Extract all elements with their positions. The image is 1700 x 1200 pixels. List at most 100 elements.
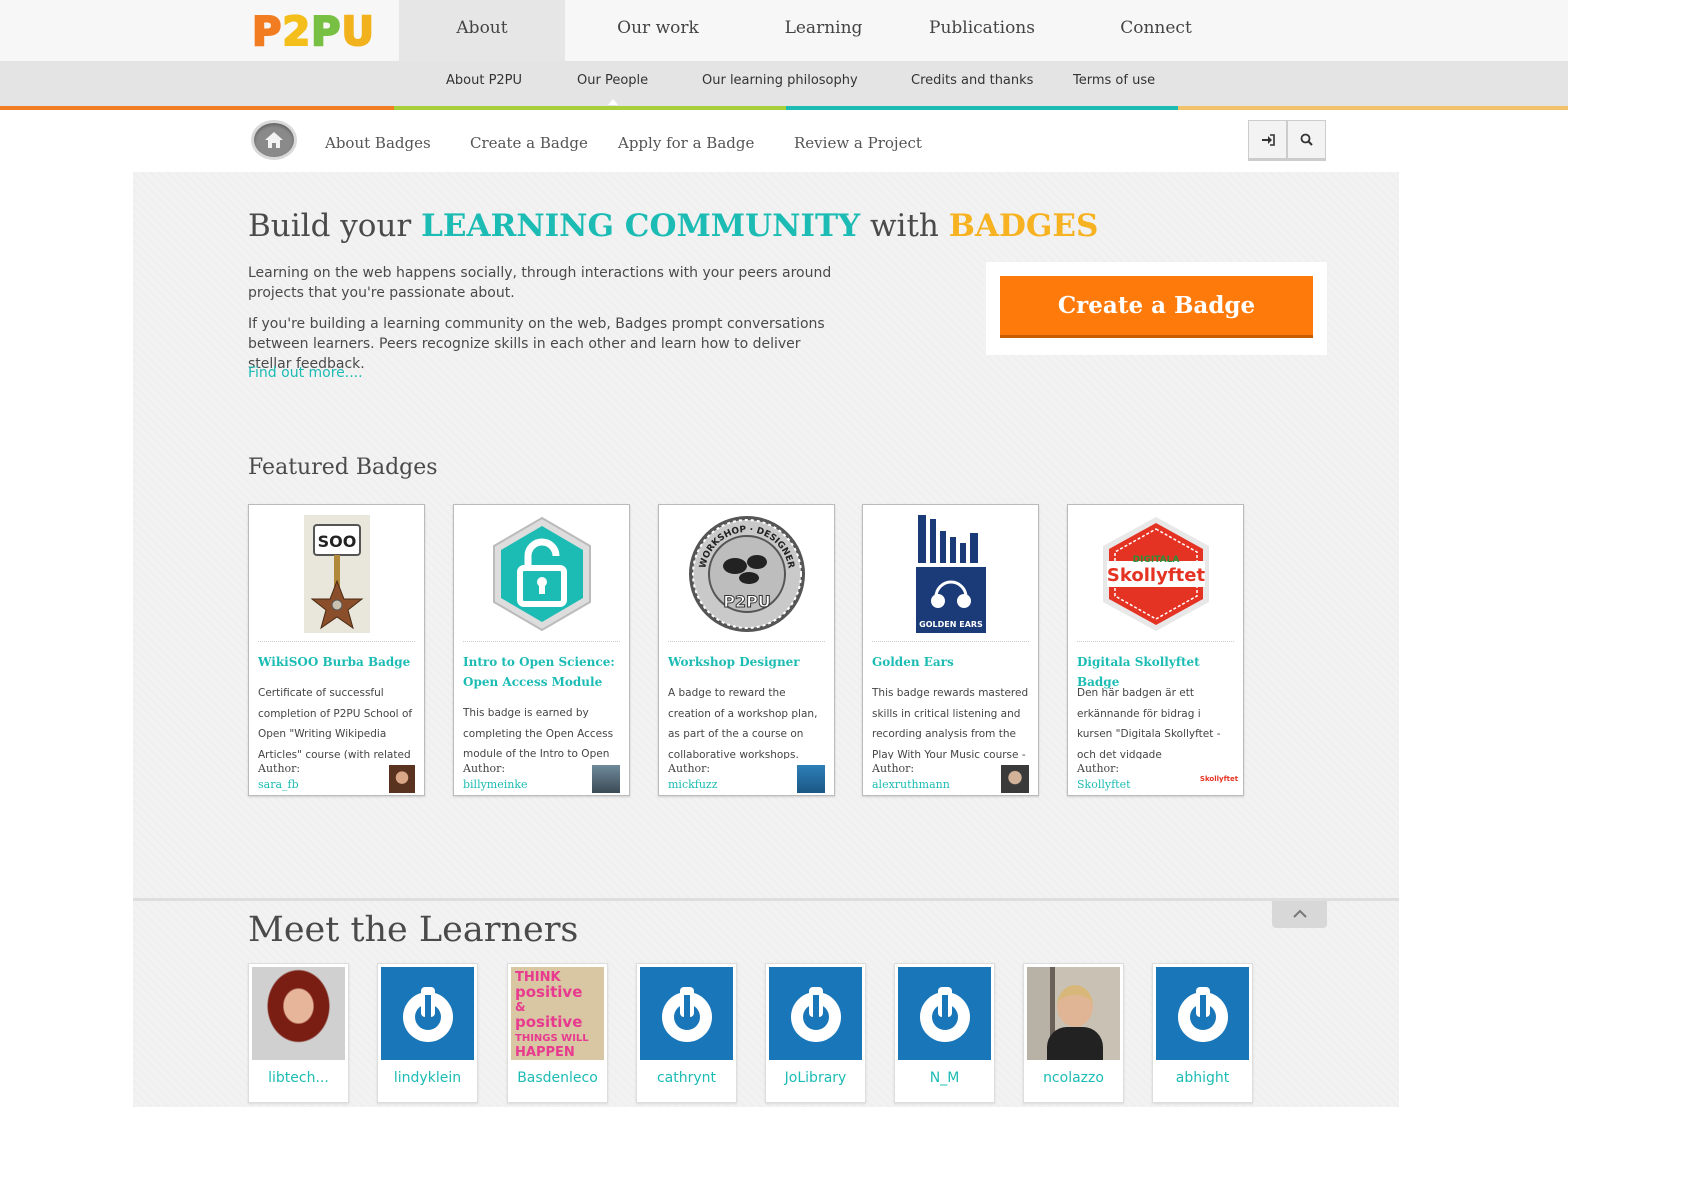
badge-description: This badge rewards mastered skills in cr… bbox=[872, 687, 1029, 759]
scroll-up-button[interactable] bbox=[1272, 901, 1327, 928]
topnav-learning[interactable]: Learning bbox=[763, 0, 884, 61]
svg-text:DIGITALA: DIGITALA bbox=[1132, 555, 1179, 565]
learner-avatar[interactable] bbox=[381, 967, 474, 1060]
learner-card[interactable]: ncolazzo bbox=[1023, 963, 1124, 1103]
learner-card[interactable]: cathrynt bbox=[636, 963, 737, 1103]
learner-avatar[interactable] bbox=[769, 967, 862, 1060]
gravatar-logo-icon bbox=[1177, 986, 1228, 1042]
sign-in-icon bbox=[1261, 133, 1275, 146]
hero-headline: Build your LEARNING COMMUNITY with BADGE… bbox=[248, 208, 1099, 244]
learner-card[interactable]: JoLibrary bbox=[765, 963, 866, 1103]
author-label: Author: bbox=[463, 762, 506, 775]
author-label: Author: bbox=[668, 762, 711, 775]
open-lock-badge-icon bbox=[454, 513, 629, 635]
svg-text:HAPPEN: HAPPEN bbox=[515, 1045, 575, 1060]
author-name[interactable]: mickfuzz bbox=[668, 778, 718, 791]
topnav-publications[interactable]: Publications bbox=[916, 0, 1048, 61]
badge-card[interactable]: WORKSHOP · DESIGNER P2PU Workshop Design… bbox=[658, 504, 835, 796]
workshop-designer-badge-icon: WORKSHOP · DESIGNER P2PU bbox=[659, 513, 834, 635]
active-caret-indicator bbox=[608, 99, 618, 105]
learner-name[interactable]: JoLibrary bbox=[766, 1070, 865, 1086]
author-avatar[interactable] bbox=[1001, 765, 1029, 793]
learner-card[interactable]: N_M bbox=[894, 963, 995, 1103]
badge-card[interactable]: GOLDEN EARS Golden Ears This badge rewar… bbox=[862, 504, 1039, 796]
svg-text:Skollyftet: Skollyftet bbox=[1106, 565, 1205, 586]
subnav-learning-philosophy[interactable]: Our learning philosophy bbox=[702, 73, 858, 88]
sign-in-button[interactable] bbox=[1248, 120, 1287, 159]
badge-card[interactable]: SOO WikiSOO Burba Badge Certificate of s… bbox=[248, 504, 425, 796]
learner-name[interactable]: Basdenleco bbox=[508, 1070, 607, 1086]
learner-avatar[interactable] bbox=[640, 967, 733, 1060]
badge-title[interactable]: Intro to Open Science: Open Access Modul… bbox=[463, 652, 623, 692]
learner-name[interactable]: abhight bbox=[1153, 1070, 1252, 1086]
author-avatar[interactable]: Skollyftet bbox=[1200, 765, 1238, 793]
badge-title[interactable]: WikiSOO Burba Badge bbox=[258, 652, 418, 672]
topnav-connect[interactable]: Connect bbox=[1098, 0, 1214, 61]
learner-avatar[interactable] bbox=[898, 967, 991, 1060]
author-name[interactable]: alexruthmann bbox=[872, 778, 950, 791]
badges-navigation: About Badges Create a Badge Apply for a … bbox=[0, 110, 1568, 172]
subnav-terms[interactable]: Terms of use bbox=[1073, 73, 1155, 88]
badge-title[interactable]: Workshop Designer bbox=[668, 652, 828, 672]
cta-box: Create a Badge bbox=[986, 262, 1327, 355]
learner-name[interactable]: N_M bbox=[895, 1070, 994, 1086]
sub-navigation-bar: About P2PU Our People Our learning philo… bbox=[0, 61, 1568, 106]
badge-description: Certificate of successful completion of … bbox=[258, 687, 413, 759]
featured-badges-title: Featured Badges bbox=[248, 455, 438, 480]
section-divider bbox=[133, 898, 1399, 901]
top-navigation-bar: P2PU About Our work Learning Publication… bbox=[0, 0, 1568, 61]
author-avatar[interactable] bbox=[797, 765, 825, 793]
create-badge-button[interactable]: Create a Badge bbox=[1000, 276, 1313, 338]
learner-avatar[interactable] bbox=[1156, 967, 1249, 1060]
golden-ears-badge-icon: GOLDEN EARS bbox=[863, 513, 1038, 635]
topnav-our-work[interactable]: Our work bbox=[595, 0, 721, 61]
badge-description: A badge to reward the creation of a work… bbox=[668, 687, 818, 759]
author-name[interactable]: billymeinke bbox=[463, 778, 528, 791]
wikisoo-star-badge-icon: SOO bbox=[249, 513, 424, 635]
about-badges-link[interactable]: About Badges bbox=[325, 134, 431, 152]
learner-card[interactable]: libtech... bbox=[248, 963, 349, 1103]
learner-avatar[interactable]: THINK positive & positive THINGS WILL HA… bbox=[511, 967, 604, 1060]
search-icon bbox=[1300, 133, 1313, 146]
home-icon bbox=[265, 132, 283, 148]
chevron-up-icon bbox=[1292, 909, 1307, 918]
topnav-about[interactable]: About bbox=[399, 0, 565, 61]
gravatar-logo-icon bbox=[402, 986, 453, 1042]
learner-name[interactable]: libtech... bbox=[249, 1070, 348, 1086]
learner-name[interactable]: ncolazzo bbox=[1024, 1070, 1123, 1086]
learner-card[interactable]: abhight bbox=[1152, 963, 1253, 1103]
search-button[interactable] bbox=[1287, 120, 1326, 159]
author-label: Author: bbox=[872, 762, 915, 775]
badge-description: Den här badgen är ett erkännande för bid… bbox=[1077, 687, 1221, 759]
apply-badge-link[interactable]: Apply for a Badge bbox=[618, 134, 754, 152]
home-button[interactable] bbox=[251, 120, 297, 160]
author-name[interactable]: Skollyftet bbox=[1077, 778, 1131, 791]
gravatar-logo-icon bbox=[790, 986, 841, 1042]
author-name[interactable]: sara_fb bbox=[258, 778, 299, 791]
subnav-about-p2pu[interactable]: About P2PU bbox=[446, 73, 522, 88]
gravatar-logo-icon bbox=[661, 986, 712, 1042]
learner-name[interactable]: lindyklein bbox=[378, 1070, 477, 1086]
learner-card[interactable]: THINK positive & positive THINGS WILL HA… bbox=[507, 963, 608, 1103]
subnav-credits[interactable]: Credits and thanks bbox=[911, 73, 1033, 88]
learner-avatar[interactable] bbox=[1027, 967, 1120, 1060]
svg-text:positive: positive bbox=[515, 983, 582, 1001]
badge-card[interactable]: DIGITALA Skollyftet Digitala Skollyftet … bbox=[1067, 504, 1244, 796]
p2pu-logo[interactable]: P2PU bbox=[251, 9, 375, 55]
svg-text:positive: positive bbox=[515, 1013, 582, 1031]
gravatar-logo-icon bbox=[919, 986, 970, 1042]
author-label: Author: bbox=[1077, 762, 1120, 775]
badge-card[interactable]: Intro to Open Science: Open Access Modul… bbox=[453, 504, 630, 796]
author-avatar[interactable] bbox=[592, 765, 620, 793]
author-avatar[interactable] bbox=[389, 765, 415, 793]
svg-text:SOO: SOO bbox=[317, 532, 356, 551]
create-badge-link[interactable]: Create a Badge bbox=[470, 134, 588, 152]
review-project-link[interactable]: Review a Project bbox=[794, 134, 922, 152]
find-out-more-link[interactable]: Find out more.... bbox=[248, 365, 363, 381]
learner-card[interactable]: lindyklein bbox=[377, 963, 478, 1103]
svg-text:P2PU: P2PU bbox=[723, 592, 771, 611]
learner-name[interactable]: cathrynt bbox=[637, 1070, 736, 1086]
learner-avatar[interactable] bbox=[252, 967, 345, 1060]
badge-title[interactable]: Golden Ears bbox=[872, 652, 1032, 672]
subnav-our-people[interactable]: Our People bbox=[577, 73, 648, 88]
